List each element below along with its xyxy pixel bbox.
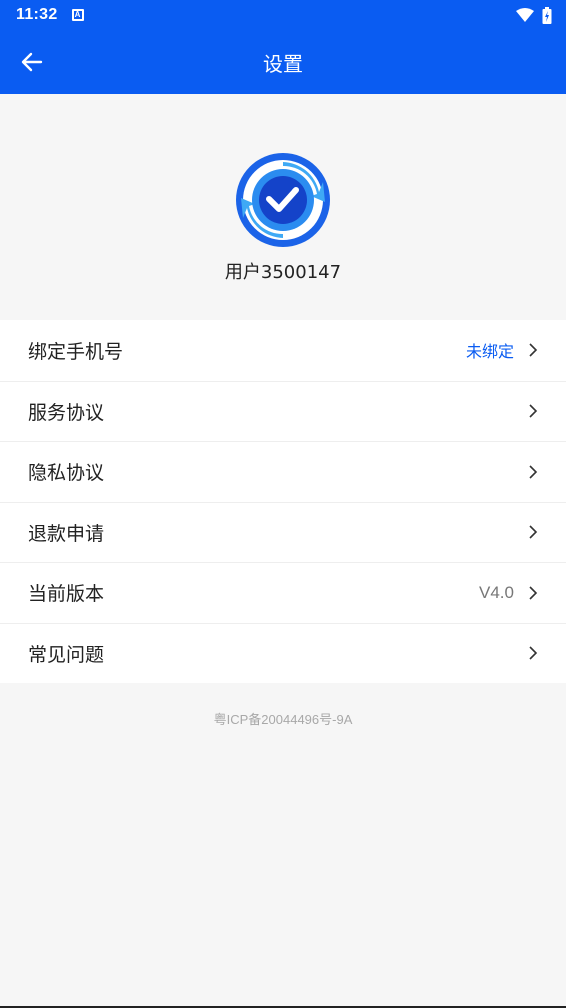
item-label: 当前版本 [28, 583, 105, 606]
privacy-agreement-item[interactable]: 隐私协议 [0, 441, 566, 502]
shield-check-logo[interactable] [235, 152, 331, 248]
chevron-right-icon [529, 646, 538, 660]
item-label: 退款申请 [28, 522, 105, 545]
item-label: 隐私协议 [28, 462, 105, 485]
chevron-right-icon [529, 465, 538, 479]
back-button[interactable] [18, 48, 46, 76]
wifi-icon [516, 8, 534, 22]
version-value: V4.0 [479, 582, 514, 602]
battery-charging-icon [542, 6, 552, 24]
item-label: 常见问题 [28, 643, 105, 666]
profile-section: 用户3500147 [0, 94, 566, 320]
faq-item[interactable]: 常见问题 [0, 622, 566, 684]
item-label: 绑定手机号 [28, 340, 124, 363]
arrow-left-icon [21, 52, 43, 72]
item-label: 服务协议 [28, 401, 105, 424]
bind-phone-item[interactable]: 绑定手机号 未绑定 [0, 320, 566, 381]
a-letter-icon: A [71, 9, 84, 21]
chevron-right-icon [529, 525, 538, 539]
bind-status: 未绑定 [465, 342, 514, 362]
status-bar: 11:32 A [0, 0, 566, 30]
service-agreement-item[interactable]: 服务协议 [0, 380, 566, 442]
refund-request-item[interactable]: 退款申请 [0, 501, 566, 563]
app-bar: 设置 [0, 30, 566, 94]
chevron-right-icon [529, 343, 538, 357]
username: 用户3500147 [224, 262, 342, 283]
chevron-right-icon [529, 404, 538, 418]
settings-list: 绑定手机号 未绑定 服务协议 隐私协议 退款申请 当前版本 V4.0 常见问题 [0, 320, 566, 683]
page-title: 设置 [263, 51, 303, 76]
current-version-item[interactable]: 当前版本 V4.0 [0, 562, 566, 623]
chevron-right-icon [529, 586, 538, 600]
status-time: 11:32 [16, 6, 58, 23]
icp-footer: 粤ICP备20044496号-9A [213, 712, 353, 727]
